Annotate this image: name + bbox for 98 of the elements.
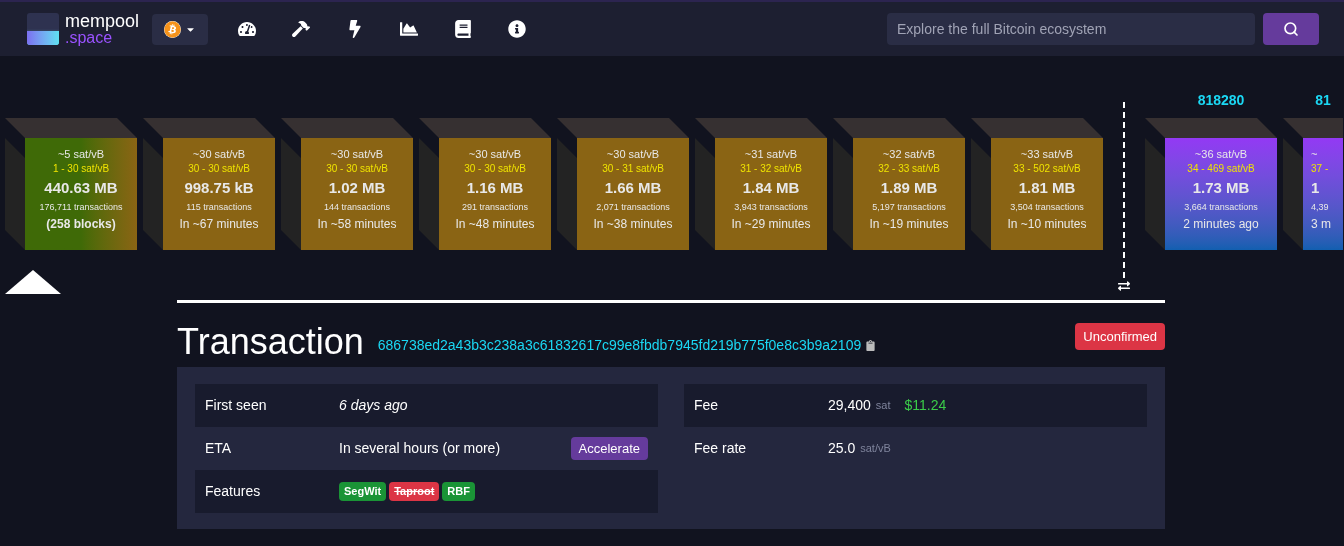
fee-range: 37 - [1311, 162, 1329, 176]
median-fee: ~30 sat/vB [468, 147, 522, 162]
book-icon[interactable] [454, 20, 473, 38]
median-fee: ~32 sat/vB [882, 147, 936, 162]
search-button[interactable] [1263, 13, 1319, 45]
tx-count: 3,943 transactions [734, 201, 808, 214]
block-size: 1.66 MB [604, 178, 662, 198]
logo-icon[interactable] [27, 13, 59, 45]
block-time: In ~38 minutes [593, 216, 673, 233]
median-fee: ~ [1311, 147, 1318, 162]
block-face[interactable]: ~33 sat/vB 33 - 502 sat/vB 1.81 MB 3,504 transactions In ~10 minutes [991, 138, 1103, 250]
block-time: In ~67 minutes [179, 216, 259, 233]
block-size: 1.81 MB [1018, 178, 1076, 198]
block-size: 998.75 kB [184, 178, 254, 198]
median-fee: ~30 sat/vB [606, 147, 660, 162]
feature-tag: Taproot [389, 482, 440, 501]
block-time: (258 blocks) [46, 216, 116, 233]
block-size: 1.02 MB [328, 178, 386, 198]
fee-range: 32 - 33 sat/vB [878, 162, 940, 176]
median-fee: ~5 sat/vB [57, 147, 105, 162]
status-badge: Unconfirmed [1075, 322, 1165, 351]
block-size: 1.84 MB [742, 178, 800, 198]
block-face[interactable]: ~30 sat/vB 30 - 31 sat/vB 1.66 MB 2,071 transactions In ~38 minutes [577, 138, 689, 250]
block-face[interactable]: ~ 37 - 1 4,39 3 m [1303, 138, 1343, 250]
block-size: 1.16 MB [466, 178, 524, 198]
fee-rate-value: 25.0 [828, 439, 856, 458]
fee-range: 33 - 502 sat/vB [1013, 162, 1081, 176]
block-face[interactable]: ~36 sat/vB 34 - 469 sat/vB 1.73 MB 3,664 transactions 2 minutes ago [1165, 138, 1277, 250]
fee-range: 34 - 469 sat/vB [1187, 162, 1255, 176]
fiat-value: $11.24 [904, 396, 947, 415]
tx-count: 176,711 transactions [39, 201, 123, 214]
search-icon [1283, 21, 1299, 37]
block-face[interactable]: ~30 sat/vB 30 - 30 sat/vB 1.16 MB 291 transactions In ~48 minutes [439, 138, 551, 250]
bitcoin-icon [164, 20, 182, 38]
feature-tag: RBF [442, 482, 475, 501]
block-face[interactable]: ~30 sat/vB 30 - 30 sat/vB 1.02 MB 144 transactions In ~58 minutes [301, 138, 413, 250]
tx-count: 4,39 [1311, 201, 1329, 214]
tx-count: 115 transactions [186, 201, 252, 214]
tx-count: 5,197 transactions [872, 201, 946, 214]
search-field[interactable]: Explore the full Bitcoin ecosystem [887, 13, 1255, 45]
block-time: In ~29 minutes [731, 216, 811, 233]
block-height[interactable]: 81 [1283, 90, 1343, 118]
tx-count: 291 transactions [461, 201, 528, 214]
tx-count: 2,071 transactions [596, 201, 670, 214]
block-top-face [1283, 118, 1343, 138]
block-height[interactable]: 818280 [1145, 90, 1277, 118]
tx-count: 144 transactions [323, 201, 390, 214]
detail-label: ETA [205, 439, 233, 458]
block-time: 3 m [1311, 216, 1331, 233]
copy-icon[interactable] [865, 340, 877, 351]
logo-text[interactable]: mempool [65, 12, 140, 30]
median-fee: ~36 sat/vB [1194, 147, 1248, 162]
swap-icon[interactable] [1118, 280, 1130, 292]
page-title: Transaction [177, 321, 364, 362]
fee-rate-unit: sat/vB [860, 441, 891, 457]
fee-unit: sat [875, 398, 891, 414]
fee-range: 31 - 32 sat/vB [740, 162, 802, 176]
detail-label: Fee [694, 396, 720, 415]
detail-value: In several hours (or more) [339, 439, 502, 458]
network-selector[interactable] [152, 13, 209, 45]
dashboard-icon[interactable] [238, 20, 257, 38]
block-size: 1 [1311, 178, 1320, 198]
block-time: In ~48 minutes [455, 216, 535, 233]
block-face[interactable]: ~5 sat/vB 1 - 30 sat/vB 440.63 MB 176,711 transactions (258 blocks) [25, 138, 137, 250]
block-size: 440.63 MB [44, 178, 118, 198]
hammer-icon[interactable] [292, 20, 311, 38]
median-fee: ~33 sat/vB [1020, 147, 1074, 162]
fee-range: 30 - 30 sat/vB [326, 162, 388, 176]
tx-count: 3,664 transactions [1184, 201, 1258, 214]
chart-icon[interactable] [400, 20, 419, 38]
accelerate-button[interactable]: Accelerate [570, 436, 648, 461]
detail-label: Fee rate [694, 439, 748, 458]
fee-range: 30 - 31 sat/vB [602, 162, 664, 176]
block-time: 2 minutes ago [1183, 216, 1259, 233]
median-fee: ~30 sat/vB [330, 147, 384, 162]
block-size: 1.73 MB [1192, 178, 1250, 198]
block-face[interactable]: ~32 sat/vB 32 - 33 sat/vB 1.89 MB 5,197 transactions In ~19 minutes [853, 138, 965, 250]
info-icon[interactable] [508, 20, 527, 38]
block-time: In ~58 minutes [317, 216, 397, 233]
block-face[interactable]: ~30 sat/vB 30 - 30 sat/vB 998.75 kB 115 transactions In ~67 minutes [163, 138, 275, 250]
median-fee: ~31 sat/vB [744, 147, 798, 162]
fee-range: 30 - 30 sat/vB [464, 162, 526, 176]
detail-value: 6 days ago [339, 396, 408, 415]
detail-label: First seen [205, 396, 268, 415]
fee-range: 30 - 30 sat/vB [188, 162, 250, 176]
fee-value: 29,400 [828, 396, 871, 415]
transaction-id[interactable]: 686738ed2a43b3c238a3c61832617c99e8fbdb7945fd219b775f0e8c3b9a2109 [377, 335, 862, 356]
feature-tag: SegWit [339, 482, 387, 501]
logo-subtext[interactable]: .space [65, 30, 140, 46]
block-time: In ~19 minutes [869, 216, 949, 233]
tx-count: 3,504 transactions [1010, 201, 1084, 214]
selected-marker-icon [5, 270, 61, 294]
median-fee: ~30 sat/vB [192, 147, 246, 162]
detail-label: Features [205, 482, 262, 501]
block-time: In ~10 minutes [1007, 216, 1087, 233]
block-size: 1.89 MB [880, 178, 938, 198]
block-face[interactable]: ~31 sat/vB 31 - 32 sat/vB 1.84 MB 3,943 transactions In ~29 minutes [715, 138, 827, 250]
fee-range: 1 - 30 sat/vB [52, 162, 110, 176]
